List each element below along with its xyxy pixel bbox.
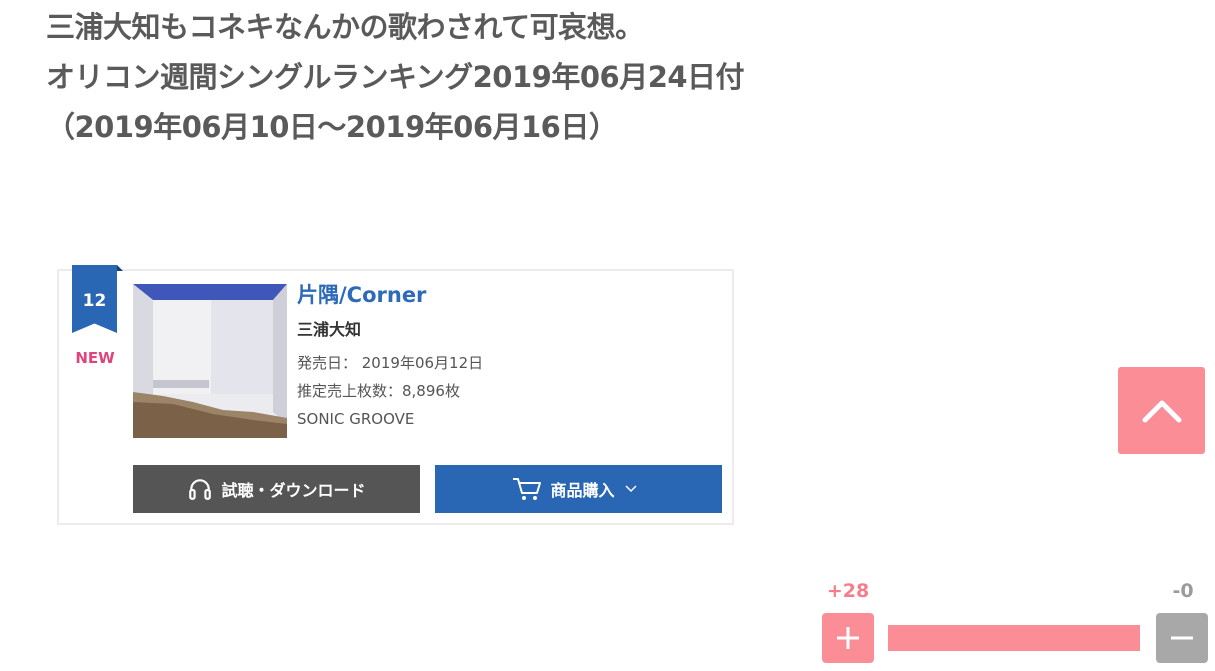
listen-download-label: 試聴・ダウンロード	[221, 481, 366, 500]
album-jacket-image[interactable]	[133, 284, 287, 438]
minus-vote-button[interactable]	[1156, 613, 1208, 663]
minus-icon	[1171, 636, 1193, 640]
headline-line-2: オリコン週間シングルランキング2019年06月24日付	[46, 60, 745, 94]
headline-line-3: （2019年06月10日～2019年06月16日）	[46, 110, 618, 144]
rank-ribbon: 12	[72, 265, 117, 333]
estimated-sales: 推定売上枚数：8,896枚	[297, 382, 460, 400]
ranking-card: 12 NEW 片隅/Corner 三浦大知 発売日： 2019年06月12日 推…	[57, 265, 734, 525]
listen-download-button[interactable]: 試聴・ダウンロード	[133, 465, 420, 513]
chevron-down-icon	[624, 485, 637, 493]
cart-icon	[513, 478, 542, 500]
artist-name: 三浦大知	[297, 320, 362, 339]
plus-vote-count: +28	[826, 580, 870, 602]
buy-product-label: 商品購入	[550, 481, 615, 500]
chevron-up-icon	[1142, 400, 1181, 422]
page: 三浦大知もコネキなんかの歌わされて可哀想。 オリコン週間シングルランキング201…	[0, 0, 1215, 671]
scroll-to-top-button[interactable]	[1118, 367, 1205, 454]
song-title-link[interactable]: 片隅/Corner	[297, 281, 483, 309]
page-headline: 三浦大知もコネキなんかの歌わされて可哀想。 オリコン週間シングルランキング201…	[46, 2, 745, 152]
plus-vote-button[interactable]	[822, 613, 874, 663]
album-jacket-art	[133, 284, 287, 438]
headphones-icon	[189, 479, 212, 500]
rank-ribbon-fold	[117, 265, 123, 271]
release-date: 発売日： 2019年06月12日	[297, 354, 484, 372]
vote-ratio-fill	[888, 625, 1140, 651]
item-info: 片隅/Corner 三浦大知 発売日： 2019年06月12日 推定売上枚数：8…	[297, 281, 483, 433]
new-badge: NEW	[75, 349, 115, 367]
plus-icon	[837, 627, 859, 649]
headline-line-1: 三浦大知もコネキなんかの歌わされて可哀想。	[46, 10, 644, 44]
vote-ratio-bar	[888, 625, 1140, 651]
minus-vote-count: -0	[1172, 580, 1194, 602]
buy-product-button[interactable]: 商品購入	[435, 465, 722, 513]
record-label: SONIC GROOVE	[297, 410, 415, 428]
